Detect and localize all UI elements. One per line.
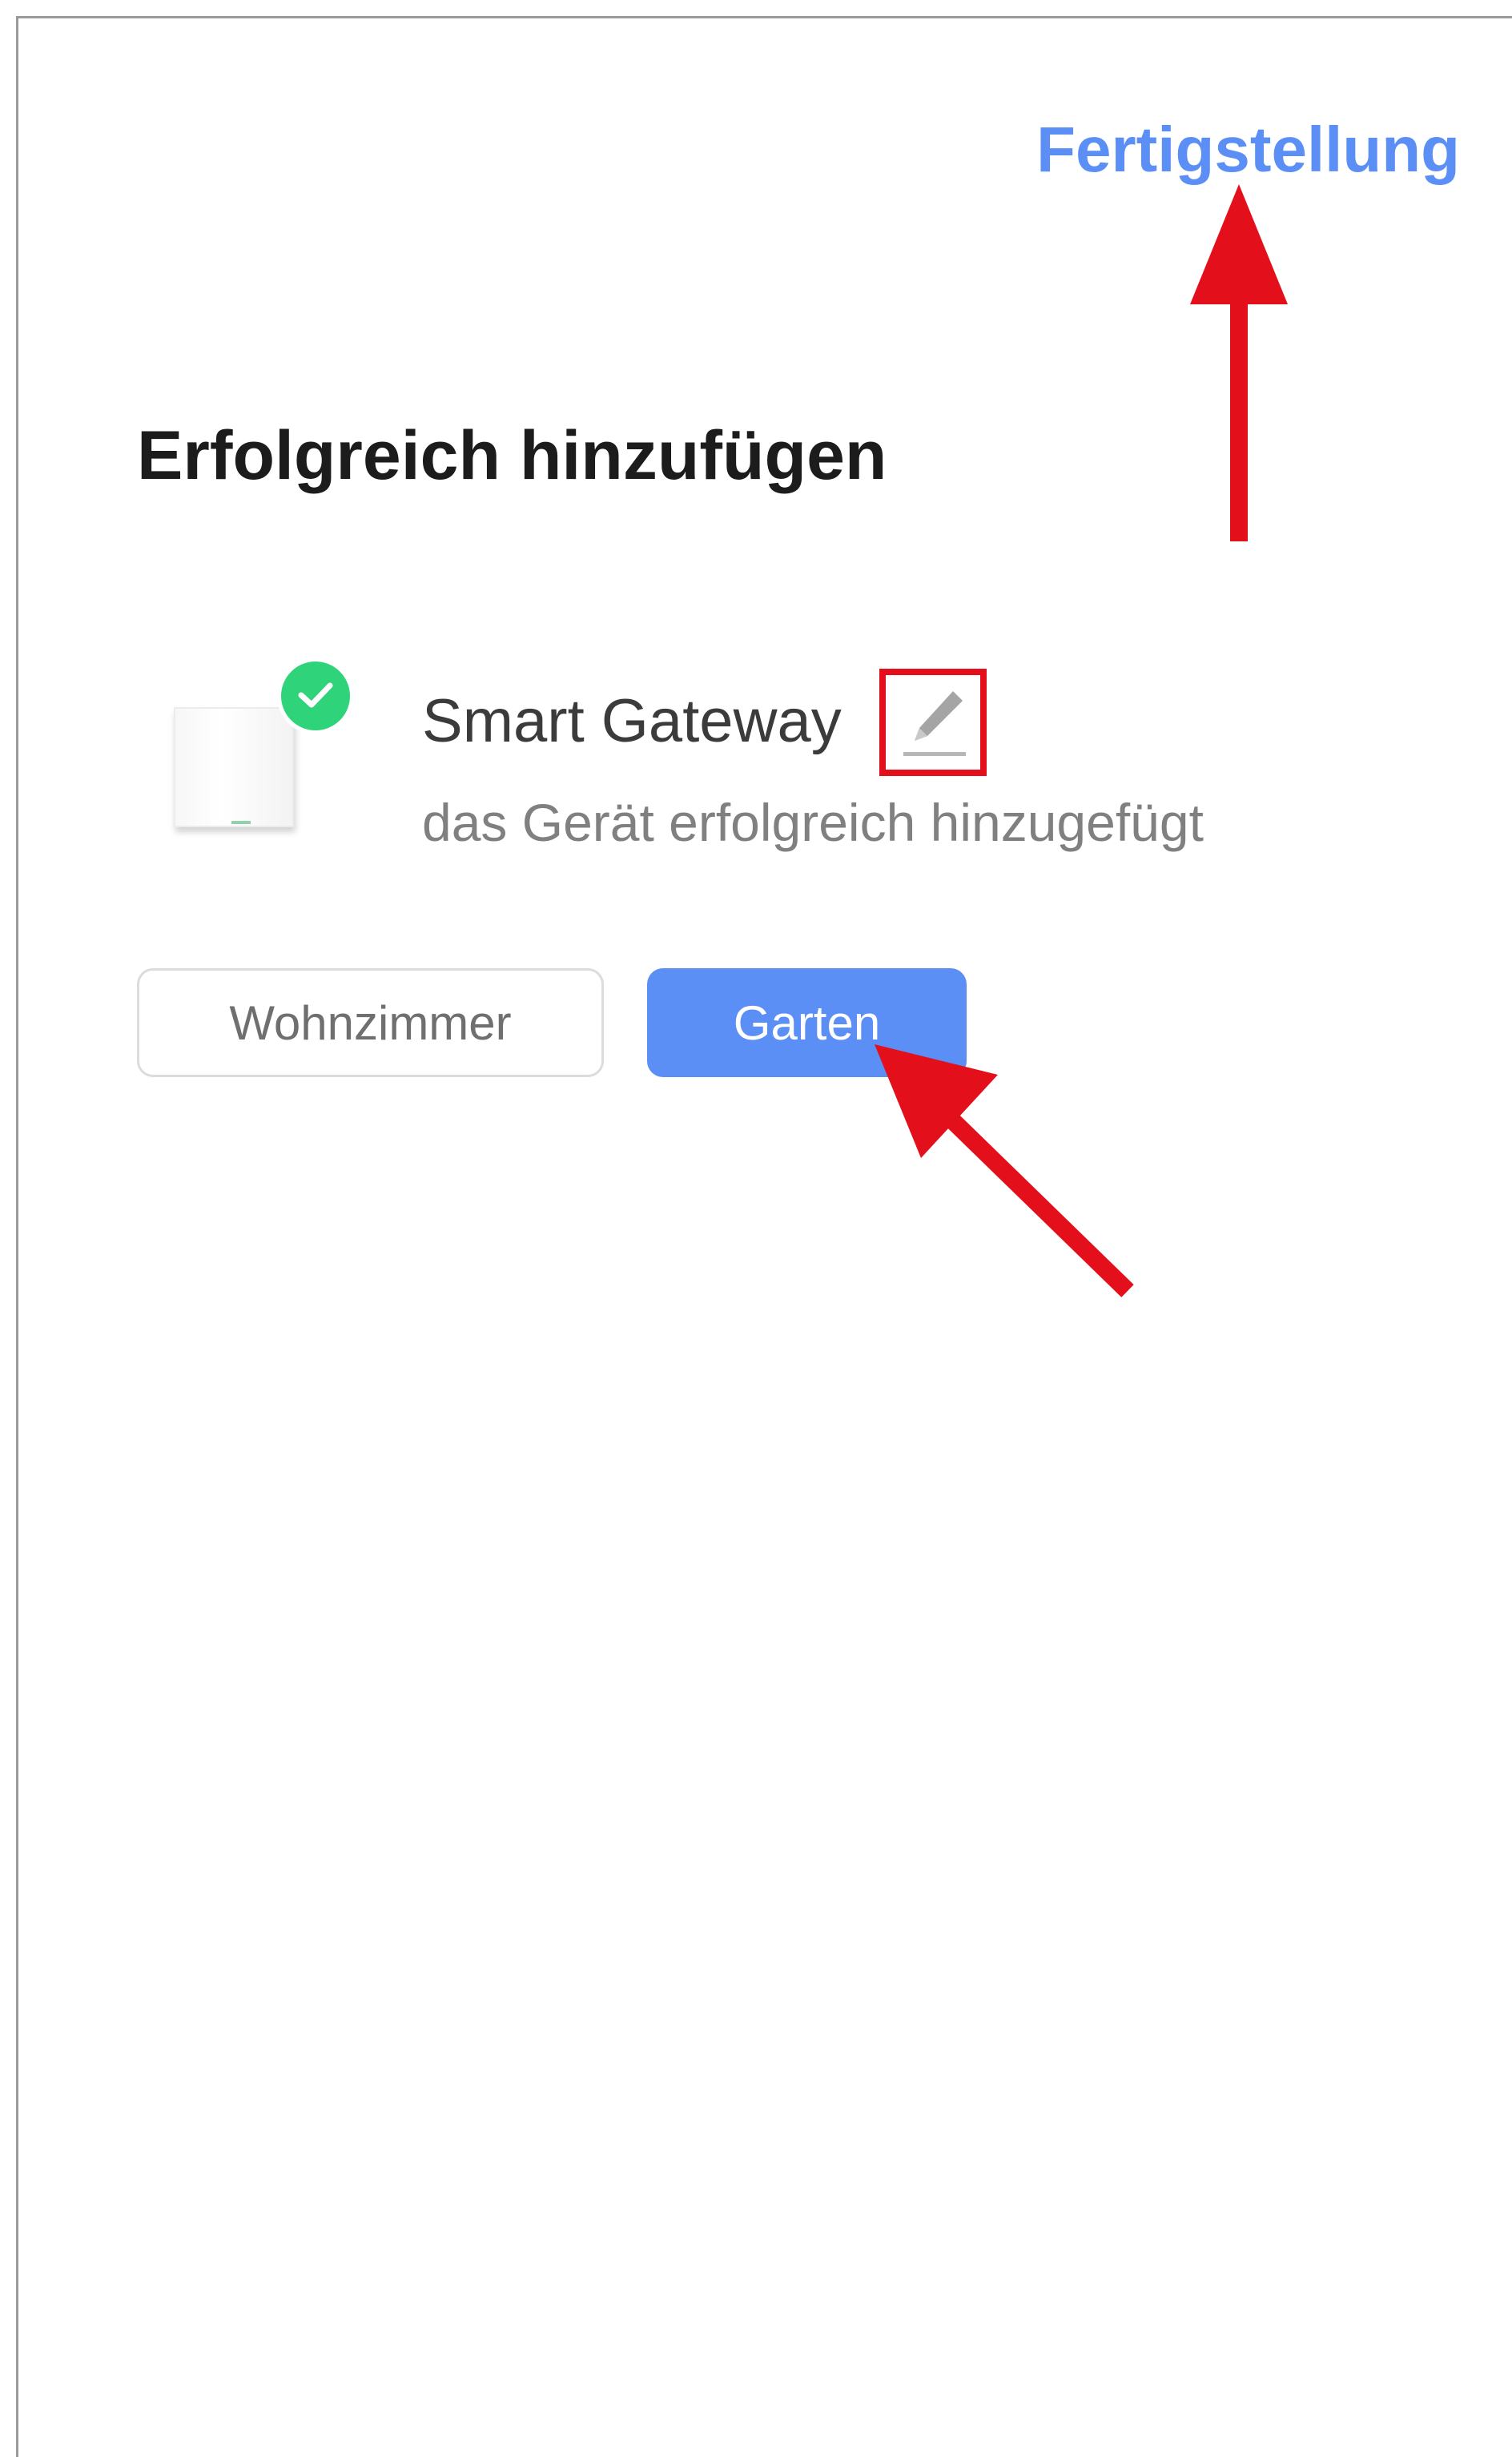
device-name: Smart Gateway	[422, 687, 842, 755]
done-button[interactable]: Fertigstellung	[1036, 113, 1460, 187]
edit-name-button[interactable]	[879, 669, 987, 776]
pencil-icon	[903, 691, 966, 756]
device-led	[231, 821, 251, 824]
device-image-box	[174, 707, 294, 827]
gateway-device-icon	[171, 707, 299, 832]
room-chip-wohnzimmer[interactable]: Wohnzimmer	[137, 968, 604, 1077]
room-chip-garten[interactable]: Garten	[647, 968, 967, 1077]
app-screen: Fertigstellung Erfolgreich hinzufügen Sm…	[16, 16, 1512, 2457]
check-icon	[277, 657, 354, 734]
device-status: das Gerät erfolgreich hinzugefügt	[422, 793, 1204, 852]
device-item: Smart Gateway das Gerät erfolgreich hinz…	[171, 657, 1372, 866]
page-title: Erfolgreich hinzufügen	[137, 417, 887, 494]
